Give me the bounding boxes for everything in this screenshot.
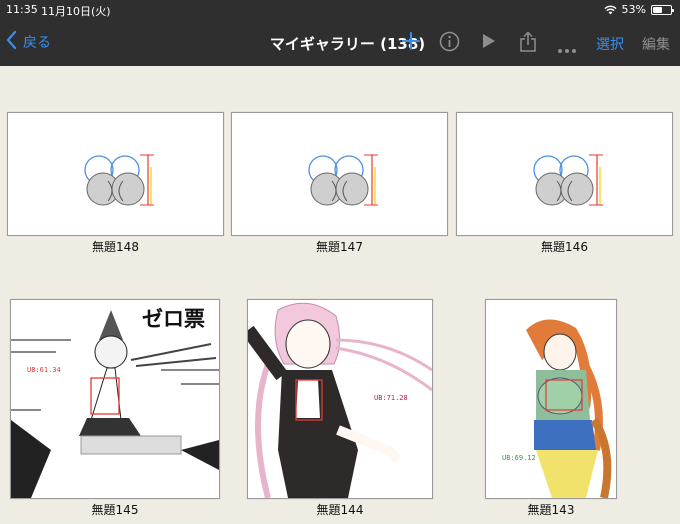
edit-button[interactable]: 編集 xyxy=(642,34,670,54)
artwork-thumbnail[interactable]: UB:69.12 xyxy=(485,299,617,499)
artwork-title: 無題148 xyxy=(92,240,139,254)
play-icon[interactable] xyxy=(481,31,497,55)
gallery-item[interactable]: UB:69.12 無題143 xyxy=(485,299,617,524)
artwork-thumbnail[interactable]: ゼロ票 UB:61.34 xyxy=(10,299,220,499)
gallery-item[interactable]: 無題148 xyxy=(7,112,224,262)
artwork-title: 無題145 xyxy=(91,503,139,517)
status-right: 53% xyxy=(604,3,674,16)
back-button[interactable]: 戻る xyxy=(6,30,51,53)
gallery-item[interactable]: UB:71.28 無題144 xyxy=(247,299,433,524)
artwork-sketch: UB:69.12 xyxy=(502,319,612,498)
info-icon[interactable] xyxy=(439,31,460,56)
share-icon[interactable] xyxy=(519,31,537,57)
gallery-item[interactable]: 無題146 xyxy=(456,112,673,262)
page-title: マイギャラリー (138) xyxy=(269,35,426,53)
artwork-sketch xyxy=(308,154,378,206)
more-icon[interactable] xyxy=(557,39,577,58)
artwork-thumbnail[interactable] xyxy=(7,112,224,236)
artwork-sketch xyxy=(533,154,603,206)
artwork-thumbnail[interactable] xyxy=(456,112,673,236)
artwork-thumbnail[interactable]: UB:71.28 xyxy=(247,299,433,499)
artwork-title: 無題146 xyxy=(541,240,588,254)
nav-bar: 戻る マイギャラリー (138) 選択 編集 xyxy=(0,20,680,66)
chevron-left-icon xyxy=(6,30,23,53)
artwork-measure-label: UB:61.34 xyxy=(27,366,61,374)
status-date: 11月10日(火) xyxy=(41,5,111,18)
gallery-item[interactable]: 無題147 xyxy=(231,112,448,262)
artwork-title: 無題144 xyxy=(316,503,364,517)
wifi-icon xyxy=(604,5,617,15)
gallery-grid: 無題148 無題147 無題146 ゼロ票 UB:61.34 無題145 UB:… xyxy=(0,66,680,524)
status-time: 11:35 xyxy=(6,3,38,16)
status-bar: 11:35 11月10日(火) 53% xyxy=(0,0,680,20)
gallery-item[interactable]: ゼロ票 UB:61.34 無題145 xyxy=(10,299,220,524)
battery-percent: 53% xyxy=(621,3,646,16)
artwork-title: 無題147 xyxy=(316,240,363,254)
artwork-overlay-title: ゼロ票 xyxy=(142,307,205,331)
artwork-sketch: UB:71.28 xyxy=(248,302,432,498)
artwork-thumbnail[interactable] xyxy=(231,112,448,236)
ipad-screen: 11:35 11月10日(火) 53% 戻る マイギャラリー (138) 選択 … xyxy=(0,0,680,524)
artwork-measure-label: UB:71.28 xyxy=(374,394,408,402)
select-button[interactable]: 選択 xyxy=(596,34,624,54)
artwork-sketch: ゼロ票 UB:61.34 xyxy=(11,307,219,498)
artwork-title: 無題143 xyxy=(527,503,575,517)
plus-icon[interactable] xyxy=(402,31,420,55)
artwork-sketch xyxy=(84,154,154,206)
battery-fill xyxy=(653,6,662,13)
battery-icon xyxy=(651,4,674,15)
artwork-measure-label: UB:69.12 xyxy=(502,454,536,462)
back-label: 戻る xyxy=(23,35,51,51)
